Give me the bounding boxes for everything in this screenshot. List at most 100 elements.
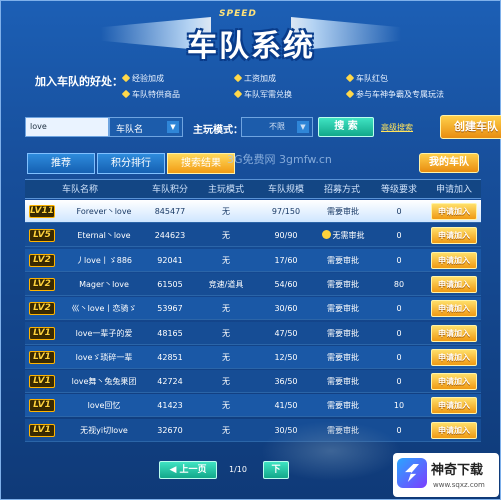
tab-recommend[interactable]: 推荐 xyxy=(27,153,95,174)
cell-points: 244623 xyxy=(154,231,186,241)
lightning-icon xyxy=(397,458,427,488)
search-input[interactable]: love xyxy=(25,117,109,137)
table-row[interactable]: LV1 loveゞ琐碎一辈 42851 无 12/50 需要审批 0 申请加入 xyxy=(25,345,481,369)
apply-join-button[interactable]: 申请加入 xyxy=(431,227,477,245)
apply-join-button[interactable]: 申请加入 xyxy=(431,397,477,415)
search-field-select[interactable]: 车队名 ▼ xyxy=(109,117,183,137)
apply-join-button[interactable]: 申请加入 xyxy=(431,421,477,439)
cell-name[interactable]: Forever丶love xyxy=(59,200,149,223)
apply-join-button[interactable]: 申请加入 xyxy=(431,203,477,220)
cell-size: 30/60 xyxy=(274,304,298,314)
cell-size: 97/150 xyxy=(271,207,301,216)
bullet-icon xyxy=(233,89,243,99)
chevron-down-icon[interactable]: ▼ xyxy=(167,121,179,133)
cell-recruit: 需要审批 xyxy=(327,279,359,289)
bullet-icon xyxy=(121,89,131,99)
advanced-search-link[interactable]: 高级搜索 xyxy=(381,122,413,133)
cell-points: 42851 xyxy=(157,352,183,362)
level-badge: LV1 xyxy=(29,423,55,437)
tab-ranking[interactable]: 积分排行 xyxy=(97,153,165,174)
cell-recruit: 需要审批 xyxy=(327,255,359,265)
benefit-item: 车队特供商品 xyxy=(121,89,180,100)
cell-points: 53967 xyxy=(157,304,183,314)
cell-mode: 无 xyxy=(222,425,230,435)
cell-recruit: 需要审批 xyxy=(327,352,359,362)
cell-mode: 无 xyxy=(222,207,230,216)
cell-recruit: 需要审批 xyxy=(327,328,359,338)
brand-name: 神奇下载 xyxy=(431,463,484,478)
cell-req: 0 xyxy=(396,304,402,314)
team-table: 车队名称 车队积分 主玩模式 车队规模 招募方式 等级要求 申请加入 LV11 F… xyxy=(25,179,481,445)
benefit-item: 参与车神争霸及专属玩法 xyxy=(345,89,444,100)
my-team-button[interactable]: 我的车队 xyxy=(419,153,479,173)
cell-points: 42724 xyxy=(157,377,183,387)
level-badge: LV1 xyxy=(29,350,55,364)
next-page-button[interactable]: 下 xyxy=(263,461,289,479)
cell-recruit: 需要审批 xyxy=(327,207,359,216)
apply-join-button[interactable]: 申请加入 xyxy=(431,300,477,318)
column-header: 车队名称 xyxy=(61,185,98,195)
cell-points: 61505 xyxy=(157,279,183,289)
cell-name[interactable]: 无视yi切love xyxy=(59,419,149,442)
page-title: 车队系统 xyxy=(187,29,315,64)
cell-req: 80 xyxy=(393,279,405,289)
table-row[interactable]: LV1 love舞丶兔兔果团 42724 无 36/50 需要审批 0 申请加入 xyxy=(25,370,481,394)
table-row[interactable]: LV1 love一辈子的爱 48165 无 47/50 需要审批 0 申请加入 xyxy=(25,321,481,345)
bullet-icon xyxy=(345,73,355,83)
level-badge: LV2 xyxy=(29,302,55,316)
cell-name[interactable]: Eternal丶love xyxy=(59,224,149,247)
table-header: 车队名称 车队积分 主玩模式 车队规模 招募方式 等级要求 申请加入 xyxy=(25,179,481,199)
benefit-item: 车队红包 xyxy=(345,73,388,84)
benefit-item: 车队军需兑换 xyxy=(233,89,292,100)
apply-join-button[interactable]: 申请加入 xyxy=(431,373,477,391)
cell-name[interactable]: 巛丶love丨恋骑ゞ xyxy=(59,297,149,320)
cell-size: 17/60 xyxy=(274,255,298,265)
cell-recruit: 无需审批 xyxy=(315,224,371,247)
table-row[interactable]: LV2 巛丶love丨恋骑ゞ 53967 无 30/60 需要审批 0 申请加入 xyxy=(25,297,481,321)
benefit-item: 工资加成 xyxy=(233,73,276,84)
cell-mode: 无 xyxy=(222,401,230,411)
apply-join-button[interactable]: 申请加入 xyxy=(431,324,477,342)
table-row[interactable]: LV1 love回忆 41423 无 41/50 需要审批 10 申请加入 xyxy=(25,394,481,418)
cell-name[interactable]: Mager丶love xyxy=(59,273,149,296)
prev-page-button[interactable]: ◀ 上一页 xyxy=(159,461,217,479)
search-button[interactable]: 搜 索 xyxy=(318,117,374,137)
benefit-item: 经验加成 xyxy=(121,73,164,84)
bullet-icon xyxy=(121,73,131,83)
level-badge: LV1 xyxy=(29,326,55,340)
page-indicator: 1/10 xyxy=(229,465,247,474)
cell-name[interactable]: love舞丶兔兔果团 xyxy=(59,370,149,393)
table-row[interactable]: LV11 Forever丶love 845477 无 97/150 需要审批 0 申请加入 xyxy=(25,200,481,223)
table-row[interactable]: LV2 Mager丶love 61505 竞速/道具 54/60 需要审批 80 申请加入 xyxy=(25,272,481,296)
apply-join-button[interactable]: 申请加入 xyxy=(431,251,477,269)
cell-name[interactable]: 丿love丨ゞ886 xyxy=(59,249,149,272)
mode-label: 主玩模式： xyxy=(193,125,243,136)
cell-size: 54/60 xyxy=(274,279,298,289)
cell-mode: 无 xyxy=(222,304,230,314)
cell-name[interactable]: loveゞ琐碎一辈 xyxy=(59,346,149,369)
table-row[interactable]: LV1无视yi切love32670无30/50需要审批0申请加入 xyxy=(25,418,481,442)
cell-size: 90/90 xyxy=(274,231,298,241)
chevron-down-icon[interactable]: ▼ xyxy=(297,121,309,133)
bullet-icon xyxy=(345,89,355,99)
cell-mode: 竞速/道具 xyxy=(208,279,244,289)
tab-search-results[interactable]: 搜索结果 xyxy=(167,153,235,174)
mode-select[interactable]: 不限 ▼ xyxy=(241,117,313,137)
cell-points: 32670 xyxy=(157,425,183,435)
column-header: 招募方式 xyxy=(323,185,360,195)
cell-req: 0 xyxy=(396,328,402,338)
table-row[interactable]: LV2 丿love丨ゞ886 92041 无 17/60 需要审批 0 申请加入 xyxy=(25,248,481,272)
level-badge: LV1 xyxy=(29,399,55,413)
cell-size: 36/50 xyxy=(274,377,298,387)
cell-size: 12/50 xyxy=(274,352,298,362)
cell-name[interactable]: love回忆 xyxy=(59,394,149,417)
logo-speed-text: SPEED xyxy=(219,9,257,19)
level-badge: LV1 xyxy=(29,375,55,389)
apply-join-button[interactable]: 申请加入 xyxy=(431,275,477,293)
create-team-button[interactable]: 创建车队 xyxy=(440,115,501,139)
apply-join-button[interactable]: 申请加入 xyxy=(431,348,477,366)
cell-name[interactable]: love一辈子的爱 xyxy=(59,322,149,345)
bullet-icon xyxy=(233,73,243,83)
table-row[interactable]: LV5 Eternal丶love 244623 无 90/90 无需审批 0 申请加入 xyxy=(25,224,481,248)
cell-points: 92041 xyxy=(157,255,183,265)
